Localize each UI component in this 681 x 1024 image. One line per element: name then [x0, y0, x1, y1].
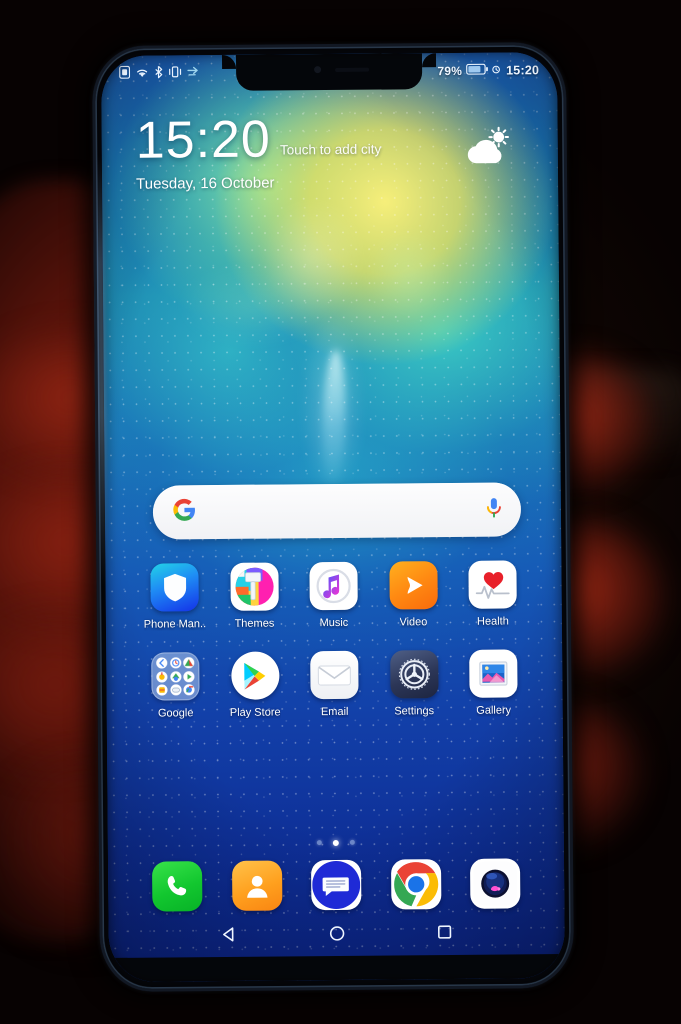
app-label: Email — [320, 705, 349, 719]
page-dot[interactable] — [349, 839, 355, 845]
folder-mini-icon — [156, 671, 168, 683]
camera-lens-icon[interactable] — [469, 858, 521, 909]
search-input[interactable] — [196, 483, 485, 540]
status-bar: 79% 15:20 — [101, 52, 557, 92]
app-health[interactable]: Health — [455, 560, 530, 628]
app-row-2: Google Play Store Email Settings Gallery — [118, 649, 551, 720]
app-email[interactable]: Email — [297, 650, 372, 719]
alarm-icon — [492, 64, 500, 78]
envelope-icon[interactable] — [310, 650, 359, 700]
app-gallery[interactable]: Gallery — [456, 649, 531, 717]
gear-icon[interactable] — [389, 650, 439, 699]
google-search-bar[interactable] — [152, 482, 522, 540]
folder-icon[interactable] — [151, 652, 200, 701]
phone-screen[interactable]: 79% 15:20 15:20 Touch to add city Tuesda… — [100, 52, 566, 982]
bluetooth-icon — [154, 65, 163, 81]
app-video[interactable]: Video — [376, 561, 451, 629]
vibrate-icon — [168, 65, 182, 81]
widget-date: Tuesday, 16 October — [136, 174, 275, 193]
battery-percent-label: 79% — [437, 63, 463, 79]
folder-mini-icon — [183, 684, 195, 696]
dock-app-camera[interactable] — [458, 858, 532, 909]
google-g-icon — [173, 498, 196, 526]
app-label: Music — [319, 616, 349, 630]
data-transfer-icon — [187, 66, 200, 80]
folder-mini-icon — [169, 657, 181, 669]
shield-icon[interactable] — [150, 563, 199, 612]
speech-bubble-icon[interactable] — [310, 859, 362, 911]
recents-square-icon[interactable] — [435, 922, 455, 942]
app-settings[interactable]: Settings — [377, 650, 452, 718]
folder-mini-icon — [183, 670, 195, 682]
play-triangle-icon[interactable] — [388, 561, 438, 610]
folder-mini-icon — [156, 657, 168, 669]
play-store-icon[interactable] — [230, 651, 280, 700]
heart-ecg-icon[interactable] — [468, 560, 517, 609]
app-play-store[interactable]: Play Store — [218, 651, 293, 719]
microphone-icon[interactable] — [485, 496, 503, 523]
dock-app-phone[interactable] — [140, 861, 214, 912]
phone-handset-icon[interactable] — [152, 861, 203, 912]
app-music[interactable]: Music — [296, 561, 371, 630]
back-triangle-icon[interactable] — [219, 924, 239, 944]
folder-mini-icon — [183, 657, 195, 669]
app-label: Themes — [234, 617, 275, 630]
phone-device: 79% 15:20 15:20 Touch to add city Tuesda… — [91, 41, 575, 993]
wifi-icon — [135, 66, 149, 81]
app-label: Settings — [394, 705, 435, 718]
app-row-1: Phone Man.. Themes Music Video Health — [117, 560, 550, 631]
page-dot[interactable] — [316, 840, 322, 846]
app-phone-manager[interactable]: Phone Man.. — [137, 563, 212, 631]
chrome-icon[interactable] — [390, 859, 441, 910]
app-folder-google[interactable]: Google — [138, 652, 213, 720]
folder-mini-icon — [169, 684, 182, 696]
app-label: Health — [476, 615, 509, 628]
sun-behind-cloud-icon[interactable] — [462, 126, 514, 168]
person-icon[interactable] — [231, 860, 282, 911]
app-grid: Phone Man.. Themes Music Video Health Go… — [117, 560, 551, 742]
paint-brush-icon[interactable] — [229, 562, 279, 611]
dock-app-messages[interactable] — [299, 859, 373, 911]
app-label: Google — [157, 707, 194, 720]
page-dot-active[interactable] — [332, 839, 339, 847]
app-label: Video — [399, 616, 428, 629]
folder-mini-icon — [169, 670, 181, 683]
folder-mini-icon — [156, 684, 168, 696]
app-label: Gallery — [476, 704, 512, 717]
app-label: Phone Man.. — [143, 618, 207, 631]
battery-icon — [466, 63, 488, 78]
navigation-bar — [108, 910, 564, 956]
clock-weather-widget[interactable]: 15:20 Touch to add city Tuesday, 16 Octo… — [135, 110, 529, 193]
dock-app-chrome[interactable] — [378, 859, 452, 910]
music-note-icon[interactable] — [309, 561, 358, 611]
photo-frame-icon[interactable] — [469, 649, 518, 698]
sim-card-icon — [119, 65, 131, 82]
dock-app-contacts[interactable] — [219, 860, 293, 911]
dock — [120, 858, 552, 912]
widget-clock-time: 15:20 — [135, 110, 272, 170]
home-circle-icon[interactable] — [327, 923, 347, 943]
screen-bottom-bezel — [108, 953, 566, 982]
app-label: Play Store — [229, 706, 281, 720]
add-city-hint[interactable]: Touch to add city — [280, 141, 382, 164]
app-themes[interactable]: Themes — [217, 562, 292, 630]
status-bar-clock: 15:20 — [506, 63, 540, 78]
